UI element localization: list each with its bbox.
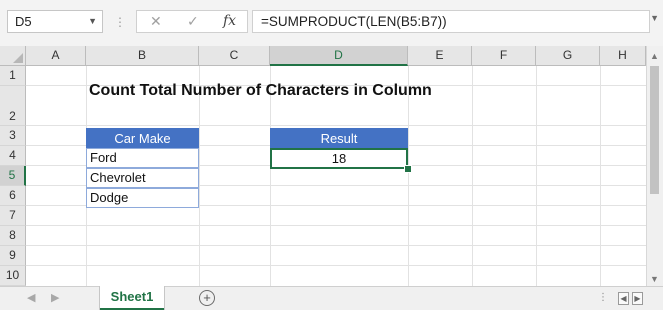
row-header-8[interactable]: 8 [0, 226, 26, 246]
row-header-1[interactable]: 1 [0, 66, 26, 86]
drag-handle-icon[interactable]: ⋮ [114, 12, 126, 32]
sheet-title[interactable]: Count Total Number of Characters in Colu… [89, 82, 432, 100]
result-header[interactable]: Result [270, 128, 408, 148]
gridline [472, 66, 473, 286]
gridline [536, 66, 537, 286]
gridline [600, 66, 601, 286]
insert-function-icon[interactable]: fx [223, 11, 236, 32]
select-all-corner[interactable] [0, 46, 26, 66]
column-header-g[interactable]: G [536, 46, 600, 66]
next-sheet-icon[interactable]: ▶ [51, 291, 59, 304]
row-header-9[interactable]: 9 [0, 246, 26, 266]
gridline [26, 225, 646, 226]
scroll-right-icon[interactable]: ▶ [632, 292, 643, 305]
add-sheet-icon[interactable]: + [199, 290, 215, 306]
row-header-3[interactable]: 3 [0, 126, 26, 146]
scroll-left-icon[interactable]: ◀ [618, 292, 629, 305]
chevron-down-icon[interactable]: ▼ [88, 11, 97, 32]
fill-handle[interactable] [404, 165, 412, 173]
row-header-6[interactable]: 6 [0, 186, 26, 206]
check-icon[interactable]: ✓ [187, 11, 199, 32]
split-handle-icon[interactable]: ⋮ [598, 292, 608, 303]
column-header-b[interactable]: B [86, 46, 199, 66]
vertical-scrollbar[interactable]: ▲ ▼ [646, 46, 663, 286]
column-header-f[interactable]: F [472, 46, 536, 66]
car-make-header[interactable]: Car Make [86, 128, 199, 148]
column-header-a[interactable]: A [26, 46, 86, 66]
car-make-cell[interactable]: Dodge [86, 188, 199, 208]
car-make-cell[interactable]: Ford [86, 148, 199, 168]
column-header-h[interactable]: H [600, 46, 646, 66]
previous-sheet-icon[interactable]: ◀ [27, 291, 35, 304]
formula-input[interactable]: =SUMPRODUCT(LEN(B5:B7)) [252, 10, 650, 33]
column-header-c[interactable]: C [199, 46, 270, 66]
sheet-tab[interactable]: Sheet1 [100, 286, 164, 310]
gridline [26, 125, 646, 126]
row-header-7[interactable]: 7 [0, 206, 26, 226]
result-cell[interactable]: 18 [270, 148, 408, 169]
scroll-up-icon[interactable]: ▲ [650, 51, 659, 61]
cancel-icon[interactable]: ✕ [150, 11, 162, 32]
gridline [26, 265, 646, 266]
name-box-value: D5 [15, 14, 32, 29]
scrollbar-thumb[interactable] [650, 66, 659, 194]
row-header-5[interactable]: 5 [0, 166, 26, 186]
sheet-tab-bar: ◀ ▶ Sheet1 + ⋮ ◀ ▶ [0, 286, 663, 310]
row-header-4[interactable]: 4 [0, 146, 26, 166]
formula-buttons: ✕ ✓ fx [136, 10, 248, 33]
expand-formula-icon[interactable]: ▼ [650, 13, 659, 23]
column-header-e[interactable]: E [408, 46, 472, 66]
car-make-cell[interactable]: Chevrolet [86, 168, 199, 188]
scroll-down-icon[interactable]: ▼ [650, 274, 659, 284]
row-header-10[interactable]: 10 [0, 266, 26, 286]
gridline [26, 245, 646, 246]
name-box[interactable]: D5 ▼ [7, 10, 103, 33]
column-header-d[interactable]: D [270, 46, 408, 66]
formula-bar: D5 ▼ ⋮ ✕ ✓ fx =SUMPRODUCT(LEN(B5:B7)) ▼ [0, 0, 663, 46]
row-header-2[interactable]: 2 [0, 86, 26, 126]
